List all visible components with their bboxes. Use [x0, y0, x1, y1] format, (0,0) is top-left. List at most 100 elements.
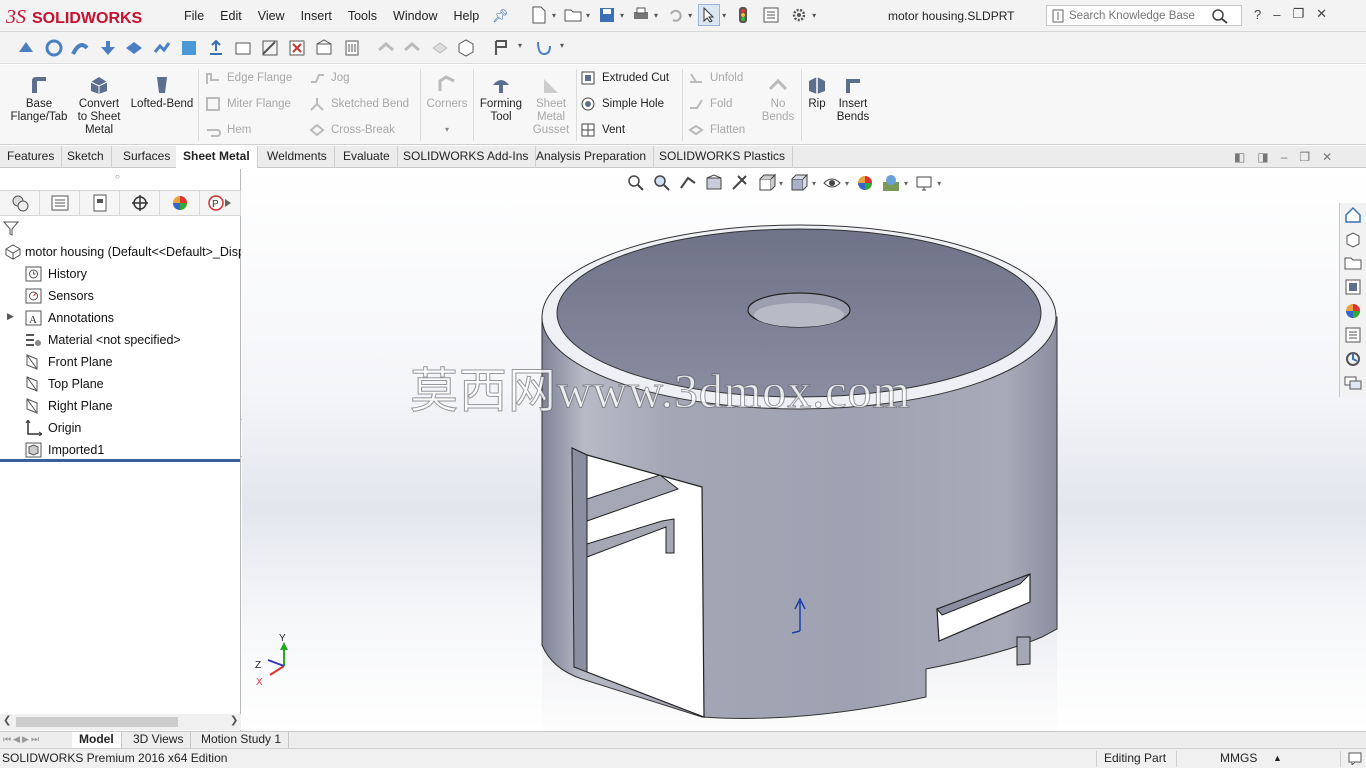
- chevron-down-icon[interactable]: ▾: [620, 11, 624, 20]
- sm-feature-icon-18[interactable]: [492, 38, 512, 58]
- sheet-metal-gusset-button[interactable]: Sheet Metal Gusset: [528, 75, 574, 137]
- sm-feature-icon-13[interactable]: [342, 38, 362, 58]
- select-cursor-icon[interactable]: [698, 4, 721, 26]
- menu-view[interactable]: View: [250, 9, 293, 23]
- tree-item-imported1[interactable]: Imported1: [0, 439, 241, 461]
- tree-item-material[interactable]: Material <not specified>: [0, 329, 241, 351]
- configurationmanager-tab-icon[interactable]: [80, 191, 120, 215]
- panel-grip-icon[interactable]: ○: [115, 172, 120, 181]
- sm-feature-icon-3[interactable]: [70, 38, 90, 58]
- tree-item-origin[interactable]: Origin: [0, 417, 241, 439]
- apply-scene-icon[interactable]: [881, 173, 901, 193]
- insert-bends-button[interactable]: Insert Bends: [834, 75, 872, 124]
- sm-feature-icon-1[interactable]: [16, 38, 36, 58]
- rollback-bar[interactable]: [0, 459, 240, 462]
- edge-flange-button[interactable]: Edge Flange: [205, 69, 292, 87]
- menu-insert[interactable]: Insert: [293, 9, 340, 23]
- sketched-bend-button[interactable]: Sketched Bend: [309, 95, 409, 113]
- tab-surfaces[interactable]: Surfaces: [116, 146, 179, 168]
- search-icon[interactable]: [1211, 8, 1229, 24]
- chevron-down-icon[interactable]: ▾: [904, 179, 908, 188]
- forum-icon[interactable]: [1341, 371, 1365, 395]
- restore-icon[interactable]: ❐: [1292, 6, 1304, 22]
- print-icon[interactable]: [630, 4, 652, 26]
- tree-item-top-plane[interactable]: Top Plane: [0, 373, 241, 395]
- chevron-down-icon[interactable]: ▾: [688, 11, 692, 20]
- solidworks-logo[interactable]: 3S SOLIDWORKS: [4, 3, 152, 29]
- chevron-down-icon[interactable]: ▾: [518, 41, 522, 50]
- close-icon[interactable]: ✕: [1322, 150, 1332, 164]
- horizontal-scrollbar[interactable]: ❮ ❯: [0, 714, 241, 730]
- unit-system[interactable]: MMGS: [1220, 751, 1257, 765]
- unfold-button[interactable]: Unfold: [688, 69, 743, 87]
- featuremanager-tab-icon[interactable]: [0, 191, 40, 215]
- view-orientation-icon[interactable]: [756, 173, 776, 193]
- chevron-down-icon[interactable]: ▾: [845, 179, 849, 188]
- tree-item-right-plane[interactable]: Right Plane: [0, 395, 241, 417]
- no-bends-button[interactable]: No Bends: [758, 75, 798, 124]
- section-view-icon[interactable]: [704, 173, 724, 193]
- vent-button[interactable]: Vent: [580, 121, 625, 139]
- rebuild-icon[interactable]: [732, 4, 754, 26]
- chevron-down-icon[interactable]: ▾: [560, 41, 564, 50]
- forming-tool-button[interactable]: Forming Tool: [476, 75, 526, 124]
- undo-icon[interactable]: [664, 4, 686, 26]
- design-library-icon[interactable]: [1341, 227, 1365, 251]
- chevron-down-icon[interactable]: ▾: [552, 11, 556, 20]
- tab-weldments[interactable]: Weldments: [260, 146, 335, 168]
- search-input[interactable]: [1069, 8, 1209, 23]
- chevron-down-icon[interactable]: ▾: [812, 179, 816, 188]
- sm-feature-icon-15[interactable]: [402, 38, 422, 58]
- chevron-down-icon[interactable]: ▾: [654, 11, 658, 20]
- sm-feature-icon-17[interactable]: [456, 38, 476, 58]
- jog-button[interactable]: Jog: [309, 69, 350, 87]
- tab-3d-views[interactable]: 3D Views: [126, 732, 192, 748]
- tab-evaluate[interactable]: Evaluate: [336, 146, 398, 168]
- home-icon[interactable]: [1341, 203, 1365, 227]
- help-icon[interactable]: ?: [1254, 7, 1261, 22]
- display-style-icon[interactable]: [789, 173, 809, 193]
- file-explorer-icon[interactable]: [1341, 251, 1365, 275]
- chevron-down-icon[interactable]: ▾: [424, 123, 470, 136]
- tab-model[interactable]: Model: [72, 732, 122, 748]
- chevron-down-icon[interactable]: ▾: [722, 11, 726, 20]
- expand-arrow-icon[interactable]: ▶: [7, 311, 14, 322]
- tab-sheet-metal[interactable]: Sheet Metal: [176, 146, 258, 168]
- scroll-left-icon[interactable]: ❮: [3, 715, 11, 726]
- tab-navigation-arrows[interactable]: ⏮◀▶⏭: [3, 734, 41, 745]
- zoom-to-area-icon[interactable]: [652, 173, 672, 193]
- custom-properties-icon[interactable]: [1341, 323, 1365, 347]
- menu-file[interactable]: File: [176, 9, 212, 23]
- tile-right-icon[interactable]: ◨: [1257, 150, 1268, 164]
- menu-edit[interactable]: Edit: [212, 9, 250, 23]
- hide-show-items-icon[interactable]: [822, 173, 842, 193]
- sm-feature-icon-7[interactable]: [179, 38, 199, 58]
- tab-solidworks-add-ins[interactable]: SOLIDWORKS Add-Ins: [396, 146, 537, 168]
- save-icon[interactable]: [596, 4, 618, 26]
- corners-button[interactable]: Corners ▾: [424, 75, 470, 136]
- filter-icon[interactable]: [2, 219, 20, 237]
- sm-feature-icon-12[interactable]: [314, 38, 334, 58]
- minimize-icon[interactable]: ‒: [1281, 150, 1288, 164]
- tab-analysis-preparation[interactable]: Analysis Preparation: [529, 146, 655, 168]
- tab-sketch[interactable]: Sketch: [60, 146, 112, 168]
- chevron-down-icon[interactable]: ▾: [779, 179, 783, 188]
- chevron-down-icon[interactable]: ▾: [812, 11, 816, 20]
- sm-feature-icon-5[interactable]: [124, 38, 144, 58]
- sm-feature-icon-6[interactable]: [152, 38, 172, 58]
- extruded-cut-button[interactable]: Extruded Cut: [580, 69, 669, 87]
- zoom-to-fit-icon[interactable]: [626, 173, 646, 193]
- sm-feature-icon-9[interactable]: [233, 38, 253, 58]
- tree-item-history[interactable]: History: [0, 263, 241, 285]
- tab-solidworks-plastics[interactable]: SOLIDWORKS Plastics: [652, 146, 794, 168]
- tree-item-sensors[interactable]: Sensors: [0, 285, 241, 307]
- sm-feature-icon-11[interactable]: [287, 38, 307, 58]
- rip-button[interactable]: Rip: [804, 75, 830, 111]
- scroll-thumb[interactable]: [16, 717, 178, 727]
- scroll-right-icon[interactable]: ❯: [230, 715, 238, 726]
- tree-filter[interactable]: [2, 219, 238, 239]
- edit-appearance-icon[interactable]: [855, 173, 875, 193]
- propertymanager-tab-icon[interactable]: [40, 191, 80, 215]
- graphics-viewport[interactable]: Y Z X 莫西网www.3dmox.com ▾ ▾ ▾ ▾ ▾: [242, 169, 1366, 731]
- tab-features[interactable]: Features: [0, 146, 63, 168]
